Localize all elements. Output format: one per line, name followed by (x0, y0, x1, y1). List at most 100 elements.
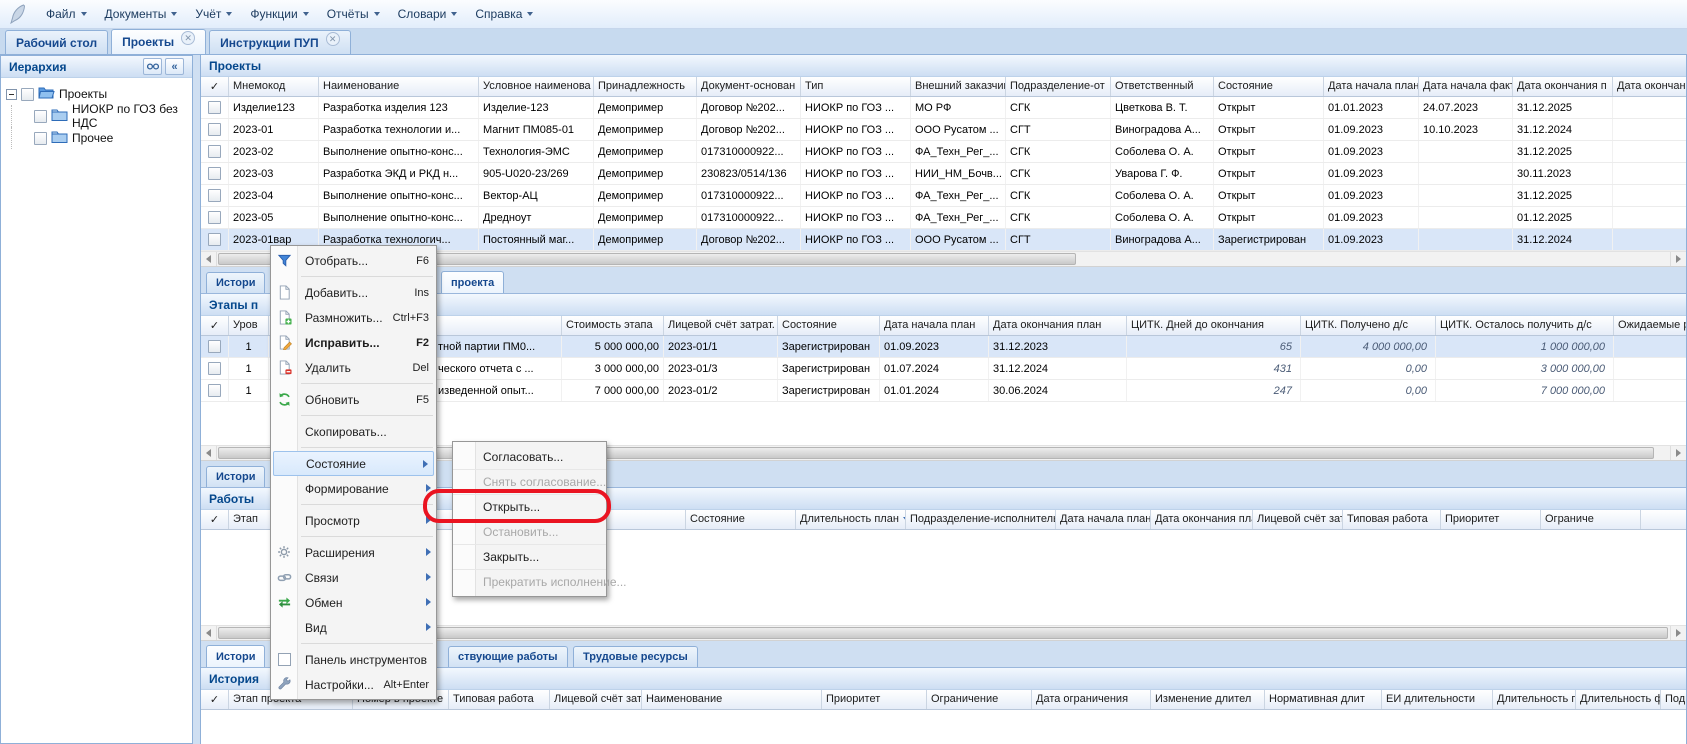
menu-item-вид[interactable]: Вид (271, 615, 436, 640)
column-header[interactable]: Дата начала факт. (1419, 77, 1513, 96)
column-header[interactable]: ✓ (201, 510, 229, 529)
menu-dictionaries[interactable]: Словари (389, 3, 467, 25)
column-header[interactable]: Типовая работа (449, 690, 550, 709)
collapse-panel-icon[interactable]: « (165, 58, 184, 75)
submenu-item-2[interactable]: Открыть... (453, 494, 606, 519)
column-header[interactable]: Дата ограничения (1032, 690, 1151, 709)
column-header[interactable]: Ответственный (1111, 77, 1214, 96)
close-icon[interactable]: ✕ (181, 31, 195, 45)
column-header[interactable]: Подразделение-исполнитель. (906, 510, 1056, 529)
menu-item-расширения[interactable]: Расширения (271, 540, 436, 565)
column-header[interactable]: Лицевой счёт затр (1253, 510, 1343, 529)
column-header[interactable]: Дата окончания п (1513, 77, 1613, 96)
node-checkbox[interactable] (34, 132, 47, 145)
column-header[interactable]: Мнемокод (229, 77, 319, 96)
tab-labor-resources[interactable]: Трудовые ресурсы (573, 646, 698, 667)
menu-item-просмотр[interactable]: Просмотр (271, 508, 436, 533)
menu-reports[interactable]: Отчёты (318, 3, 389, 25)
column-header[interactable]: Дата начала план. (1324, 77, 1419, 96)
menu-item-состояние[interactable]: Состояние (273, 451, 434, 476)
column-header[interactable]: Стоимость этапа (562, 316, 664, 335)
tab-history[interactable]: Истори (206, 272, 265, 293)
tab-instructions-pup[interactable]: Инструкции ПУП✕ (209, 30, 350, 54)
menu-item-формирование[interactable]: Формирование (271, 476, 436, 501)
column-header[interactable]: Ожидаемые р (1614, 316, 1686, 335)
column-header[interactable]: Наименование (642, 690, 822, 709)
column-header[interactable]: Состояние (1214, 77, 1324, 96)
menu-file[interactable]: Файл (37, 3, 96, 25)
column-header[interactable]: Нормативная длит (1265, 690, 1382, 709)
tree-item-niokr[interactable]: НИОКР по ГОЗ без НДС (4, 105, 189, 127)
column-header[interactable]: Условное наименова (479, 77, 594, 96)
menu-item-отобрать-[interactable]: Отобрать...F6 (271, 248, 436, 273)
column-header[interactable]: ЦИТК. Получено д/с (1301, 316, 1436, 335)
tree-item-other[interactable]: Прочее (4, 127, 189, 149)
column-header[interactable]: Тип (801, 77, 911, 96)
menu-item-обновить[interactable]: ОбновитьF5 (271, 387, 436, 412)
menu-item-размножить-[interactable]: Размножить...Ctrl+F3 (271, 305, 436, 330)
column-header[interactable]: Подразделение-ис (1661, 690, 1686, 709)
column-header[interactable]: Состояние (778, 316, 880, 335)
menu-item-настройки-[interactable]: Настройки...Alt+Enter (271, 672, 436, 697)
column-header[interactable]: Дата начала план (880, 316, 989, 335)
column-header[interactable]: Внешний заказчик (911, 77, 1006, 96)
row-checkbox[interactable] (208, 211, 221, 224)
row-checkbox[interactable] (208, 362, 221, 375)
column-header[interactable] (601, 510, 686, 529)
scroll-left-icon[interactable] (201, 446, 217, 460)
column-header[interactable]: ✓ (201, 77, 229, 96)
node-checkbox[interactable] (34, 110, 47, 123)
column-header[interactable]: Подразделение-от (1006, 77, 1111, 96)
search-icon[interactable] (143, 58, 162, 75)
scroll-left-icon[interactable] (201, 626, 217, 640)
column-header[interactable]: Типовая работа (1343, 510, 1441, 529)
column-header[interactable]: Дата окончания план (989, 316, 1127, 335)
menu-item-панель-инструментов[interactable]: Панель инструментов (271, 647, 436, 672)
submenu-item-4[interactable]: Закрыть... (453, 544, 606, 569)
table-row[interactable]: 2023-05Выполнение опытно-конс...Дредноут… (201, 207, 1686, 229)
row-checkbox[interactable] (208, 340, 221, 353)
submenu-item-0[interactable]: Согласовать... (453, 444, 606, 469)
menu-accounting[interactable]: Учёт (186, 3, 241, 25)
menu-item-скопировать-[interactable]: Скопировать... (271, 419, 436, 444)
column-header[interactable]: ✓ (201, 316, 229, 335)
row-checkbox[interactable] (208, 167, 221, 180)
column-header[interactable]: Дата окончания план (1151, 510, 1253, 529)
scroll-left-icon[interactable] (201, 252, 217, 266)
panel-splitter[interactable] (193, 55, 200, 744)
column-header[interactable]: ЦИТК. Осталось получить д/с (1436, 316, 1614, 335)
menu-functions[interactable]: Функции (241, 3, 317, 25)
tab-projects[interactable]: Проекты✕ (111, 29, 206, 54)
tab-history[interactable]: Истори (206, 645, 265, 667)
menu-item-добавить-[interactable]: Добавить...Ins (271, 280, 436, 305)
column-header[interactable]: Лицевой счёт затрат. (664, 316, 778, 335)
node-checkbox[interactable] (21, 88, 34, 101)
column-header[interactable]: Длительность план (796, 510, 906, 529)
tab-history[interactable]: Истори (206, 466, 265, 487)
menu-item-исправить-[interactable]: Исправить...F2 (271, 330, 436, 355)
column-header[interactable]: ЕИ длительности (1382, 690, 1493, 709)
row-checkbox[interactable] (208, 145, 221, 158)
column-header[interactable] (1641, 510, 1686, 529)
column-header[interactable]: Дата начала план. (1056, 510, 1151, 529)
column-header[interactable]: Лицевой счёт затр (550, 690, 642, 709)
column-header[interactable]: Ограниче (1541, 510, 1641, 529)
tab-preceding-works[interactable]: ствующие работы (448, 646, 568, 667)
column-header[interactable]: Длительность пла (1493, 690, 1576, 709)
menu-item-связи[interactable]: Связи (271, 565, 436, 590)
row-checkbox[interactable] (208, 384, 221, 397)
column-header[interactable]: Состояние (686, 510, 796, 529)
row-checkbox[interactable] (208, 123, 221, 136)
row-checkbox[interactable] (208, 101, 221, 114)
column-header[interactable]: ✓ (201, 690, 229, 709)
table-row[interactable]: 2023-04Выполнение опытно-конс...Вектор-А… (201, 185, 1686, 207)
column-header[interactable]: Ограничение (927, 690, 1032, 709)
column-header[interactable]: Уров (229, 316, 269, 335)
row-checkbox[interactable] (208, 233, 221, 246)
tab-desktop[interactable]: Рабочий стол (5, 30, 108, 54)
column-header[interactable]: Приоритет (822, 690, 927, 709)
row-checkbox[interactable] (208, 189, 221, 202)
column-header[interactable]: Длительность фак (1576, 690, 1661, 709)
menu-item-обмен[interactable]: Обмен (271, 590, 436, 615)
column-header[interactable]: Дата окончания ф (1613, 77, 1686, 96)
